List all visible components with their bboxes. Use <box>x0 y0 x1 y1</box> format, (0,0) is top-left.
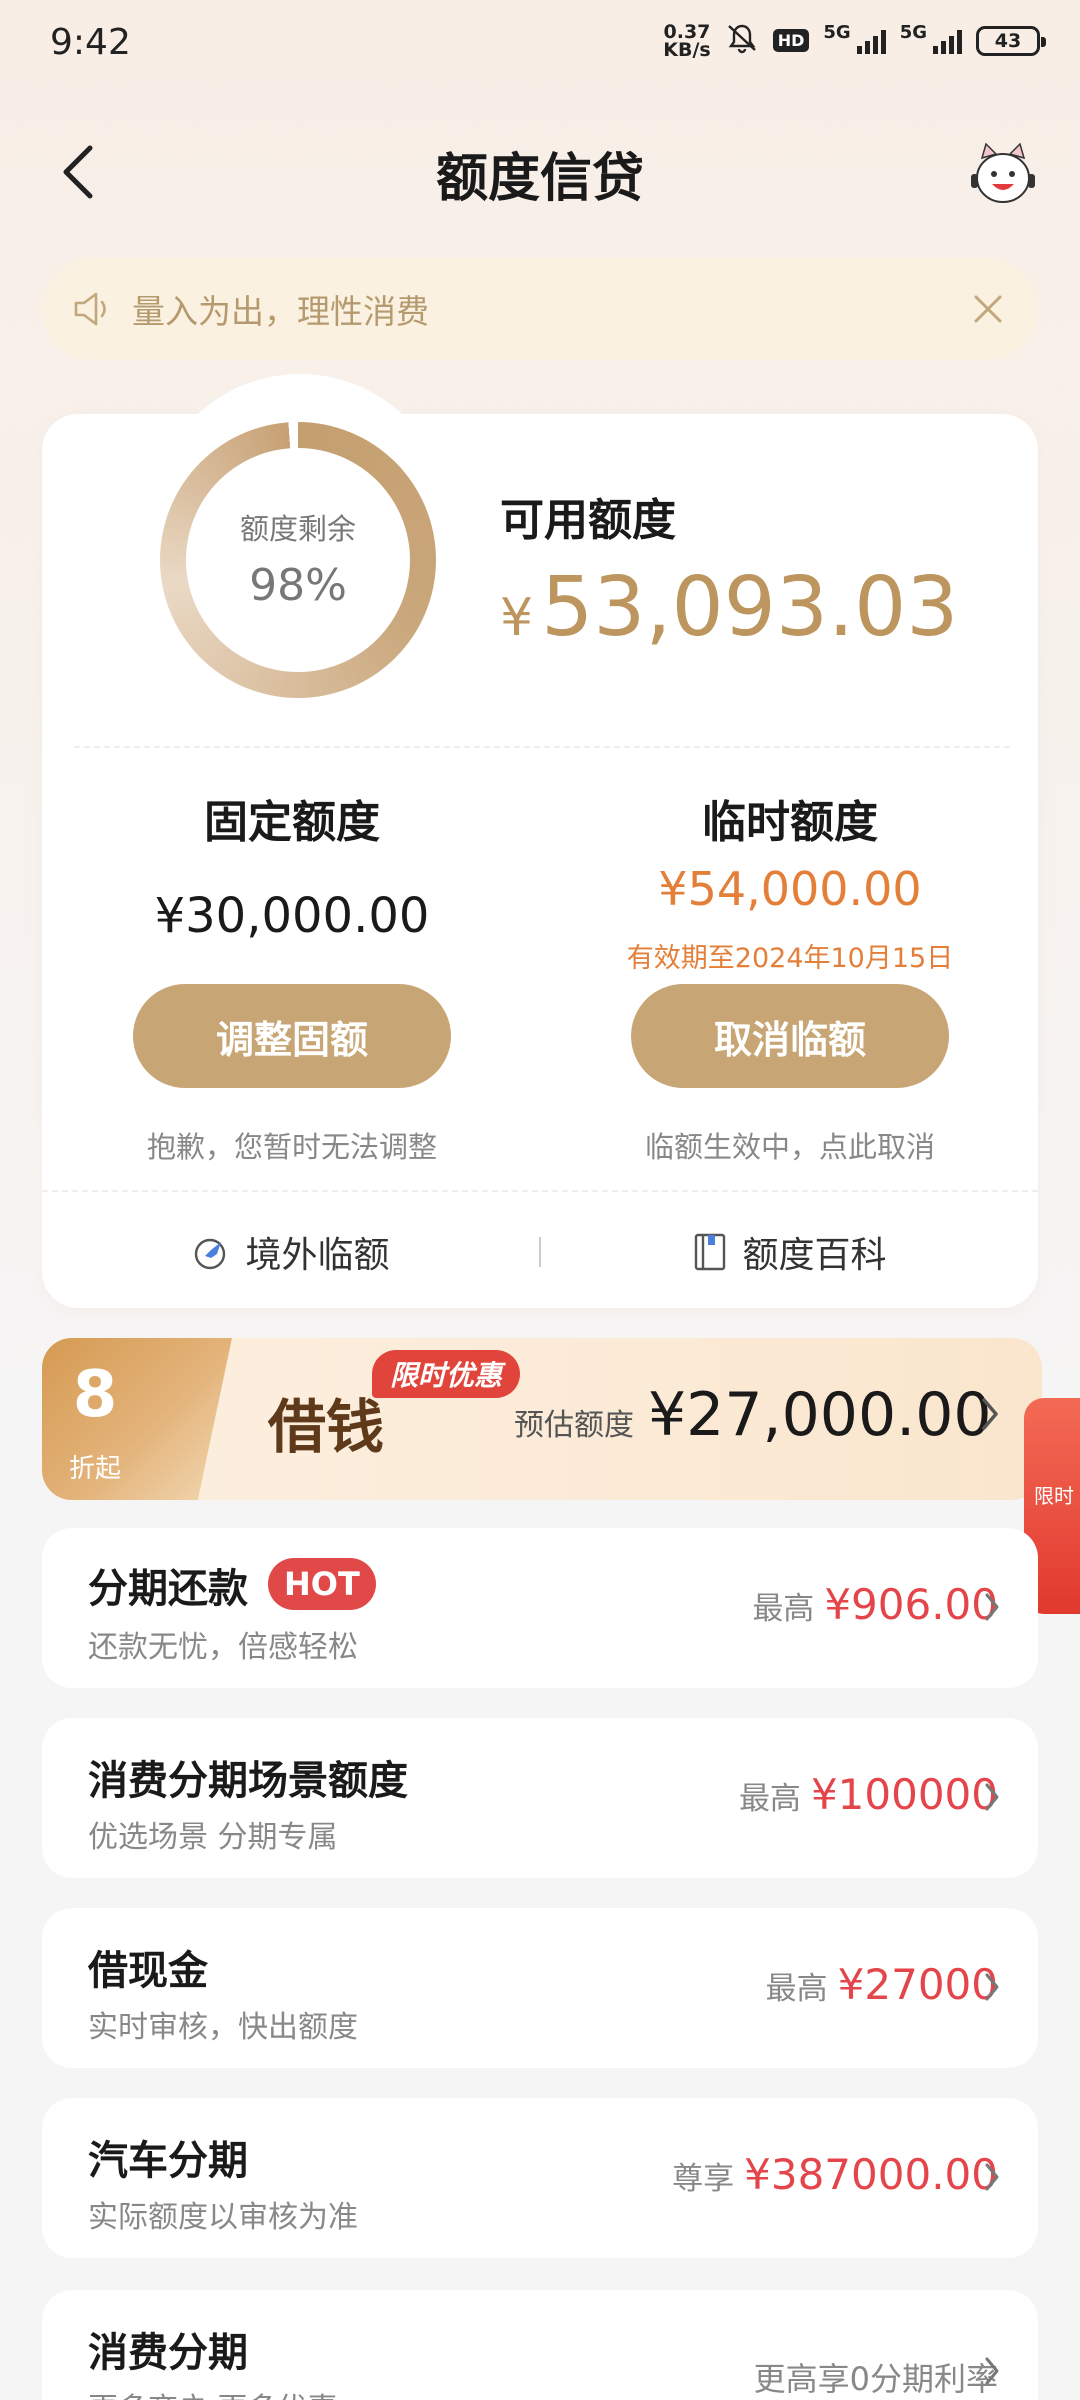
row-subtitle: 优选场景 分期专属 <box>88 1820 338 1855</box>
row-prefix: 尊享 <box>672 2161 735 2197</box>
quota-wiki-link[interactable]: 额度百科 <box>541 1226 1038 1278</box>
available-currency: ¥ <box>500 588 534 648</box>
row-max-amount: 最高 ¥906.00 <box>752 1580 998 1629</box>
cancel-temp-button[interactable]: 取消临额 <box>631 984 949 1088</box>
net-speed: 0.37 KB/s <box>663 20 711 61</box>
row-max-amount: 尊享 ¥387000.00 <box>672 2150 998 2199</box>
available-value: 53,093.03 <box>541 560 959 655</box>
signal-icon-2 <box>933 28 962 54</box>
fixed-quota-title: 固定额度 <box>204 797 380 848</box>
chevron-right-icon <box>985 1593 999 1621</box>
row-prefix: 最高 <box>752 1591 815 1627</box>
card-divider-2 <box>42 1190 1038 1192</box>
row-title: 消费分期场景额度 <box>88 1758 408 1804</box>
chevron-right-icon <box>985 1783 999 1811</box>
temp-quota-title: 临时额度 <box>702 797 878 848</box>
row-prefix: 最高 <box>738 1781 801 1817</box>
network-type-2: 5G <box>899 22 927 43</box>
row-title: 汽车分期 <box>88 2138 248 2184</box>
overseas-temp-quota-link[interactable]: 境外临额 <box>42 1226 539 1278</box>
notice-bar: 量入为出，理性消费 <box>42 258 1038 360</box>
promo-loan-label: 借钱 <box>268 1393 385 1461</box>
chevron-right-icon <box>985 2357 999 2385</box>
status-icons: 0.37 KB/s HD 5G 5G 43 <box>663 20 1046 61</box>
temp-quota-amount: ¥54,000.00 <box>658 862 922 916</box>
promo-discount-number: 8 <box>72 1358 118 1432</box>
close-icon[interactable] <box>968 289 1008 329</box>
page-title: 额度信贷 <box>435 149 644 209</box>
available-amount: ¥ 53,093.03 <box>500 560 958 655</box>
status-time: 9:42 <box>50 22 131 63</box>
row-value: ¥27000 <box>837 1960 998 2009</box>
row-subtitle: 更多商户 更多优惠 <box>88 2384 338 2400</box>
row-title: 消费分期 <box>88 2330 248 2376</box>
row-max-amount: 最高 ¥27000 <box>766 1960 998 2009</box>
net-speed-value: 0.37 <box>663 20 711 43</box>
net-speed-unit: KB/s <box>663 38 711 61</box>
row-title: 分期还款 <box>88 1566 248 1612</box>
promo-estimate-amount: ¥27,000.00 <box>648 1380 992 1450</box>
promo-estimate-label: 预估额度 <box>514 1408 634 1443</box>
row-subtitle: 实际额度以审核为准 <box>88 2200 358 2235</box>
fixed-quota-hint: 抱歉，您暂时无法调整 <box>146 1130 437 1164</box>
row-value: ¥100000 <box>810 1770 998 1819</box>
available-label: 可用额度 <box>500 495 676 546</box>
fixed-quota-amount: ¥30,000.00 <box>154 888 430 944</box>
speaker-icon <box>74 292 106 326</box>
row-title: 借现金 <box>88 1948 208 1994</box>
card-divider <box>74 746 1010 748</box>
ring-label: 额度剩余 <box>239 512 356 546</box>
temp-quota-validity: 有效期至2024年10月15日 <box>626 943 954 974</box>
signal-icon-1 <box>856 28 886 54</box>
adjust-fixed-button[interactable]: 调整固额 <box>133 984 451 1088</box>
chevron-right-icon <box>985 2163 999 2191</box>
row-prefix: 最高 <box>765 1971 828 2007</box>
row-value: ¥387000.00 <box>744 2150 998 2199</box>
hot-badge: HOT <box>268 1558 376 1610</box>
chevron-right-icon <box>985 1973 999 2001</box>
row-right-text: 更高享0分期利率 <box>753 2360 998 2398</box>
overseas-temp-quota-label: 境外临额 <box>245 1235 390 1276</box>
mute-icon <box>725 22 759 59</box>
book-icon <box>695 1233 726 1271</box>
quota-subnav: 境外临额 额度百科 <box>42 1196 1038 1308</box>
mascot-icon <box>971 142 1035 203</box>
network-type-1: 5G <box>823 22 851 43</box>
row-subtitle: 实时审核，快出额度 <box>88 2010 358 2045</box>
floating-promo-text: 限时 <box>1034 1484 1074 1508</box>
ring-percent: 98% <box>249 560 347 611</box>
promo-limited-badge: 限时优惠 <box>372 1350 521 1398</box>
promo-discount-text: 折起 <box>68 1454 121 1484</box>
battery-icon: 43 <box>976 25 1046 56</box>
customer-service-button[interactable] <box>966 140 1040 212</box>
row-value: ¥906.00 <box>824 1580 998 1629</box>
hd-icon: HD <box>772 29 810 52</box>
chevron-right-icon <box>982 1398 998 1430</box>
temp-quota-hint[interactable]: 临额生效中，点此取消 <box>580 1124 1000 1166</box>
plane-globe-icon <box>195 1238 226 1270</box>
row-promo-text: 更高享0分期利率 <box>754 2354 998 2400</box>
quota-wiki-label: 额度百科 <box>742 1235 887 1276</box>
row-max-amount: 最高 ¥100000 <box>739 1770 998 1819</box>
row-subtitle: 还款无忧，倍感轻松 <box>88 1630 358 1665</box>
notice-text: 量入为出，理性消费 <box>132 292 429 331</box>
